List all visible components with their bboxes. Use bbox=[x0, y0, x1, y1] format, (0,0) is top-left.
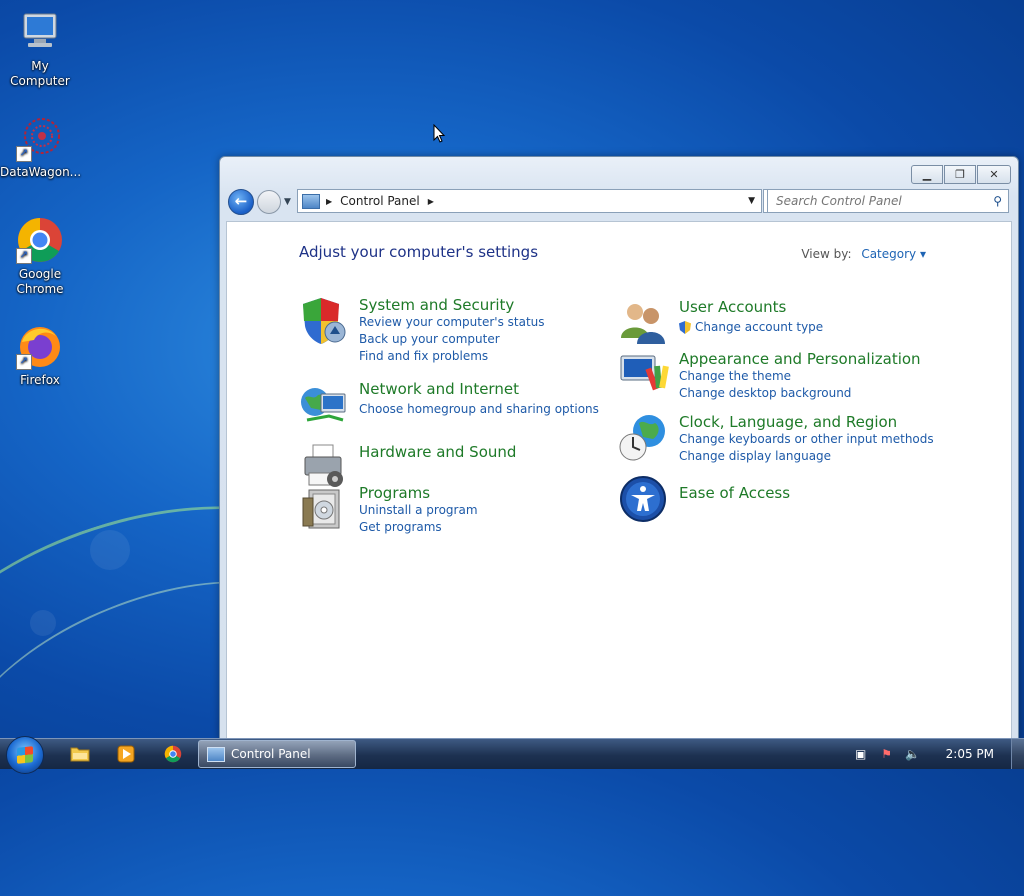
category-title[interactable]: Appearance and Personalization bbox=[679, 350, 921, 368]
windows-logo-icon bbox=[17, 746, 33, 764]
search-box[interactable]: ⚲ bbox=[767, 189, 1009, 213]
clock[interactable]: 2:05 PM bbox=[946, 747, 994, 761]
link-label: Change account type bbox=[695, 320, 824, 334]
ease-of-access-icon[interactable] bbox=[619, 475, 669, 525]
category-title[interactable]: Ease of Access bbox=[679, 484, 790, 502]
control-panel-content: Adjust your computer's settings View by:… bbox=[226, 221, 1012, 741]
link-uninstall[interactable]: Uninstall a program bbox=[359, 502, 478, 519]
category-title[interactable]: Network and Internet bbox=[359, 380, 599, 398]
folder-icon bbox=[70, 747, 90, 762]
link-review-status[interactable]: Review your computer's status bbox=[359, 314, 545, 331]
network-globe-icon[interactable] bbox=[299, 380, 349, 430]
link-get-programs[interactable]: Get programs bbox=[359, 519, 478, 536]
restore-icon: ❐ bbox=[955, 168, 965, 181]
clock-globe-icon[interactable] bbox=[619, 413, 669, 463]
category-title[interactable]: User Accounts bbox=[679, 298, 823, 316]
address-bar[interactable]: ▶ Control Panel ▶ ▼ bbox=[297, 189, 762, 213]
address-dropdown-icon[interactable]: ▼ bbox=[748, 196, 755, 206]
control-panel-window: ▁ ❐ ✕ ← ▼ ▶ Control Panel ▶ ▼ ⇆ ⚲ Adjust… bbox=[219, 156, 1019, 742]
search-input[interactable] bbox=[774, 193, 988, 209]
link-change-keyboards[interactable]: Change keyboards or other input methods bbox=[679, 431, 934, 448]
minimize-button[interactable]: ▁ bbox=[911, 165, 943, 184]
back-arrow-icon: ← bbox=[234, 192, 248, 210]
breadcrumb-separator-icon[interactable]: ▶ bbox=[428, 197, 434, 206]
media-player-icon bbox=[117, 745, 135, 763]
desktop-icon-chrome[interactable]: ↗ Google Chrome bbox=[0, 216, 80, 297]
firefox-icon: ↗ bbox=[16, 322, 64, 370]
taskbar-media-player[interactable] bbox=[108, 742, 144, 766]
taskbar-control-panel[interactable]: Control Panel bbox=[198, 740, 356, 768]
datawagon-icon: ↗ bbox=[16, 114, 64, 162]
wallpaper-bubble bbox=[90, 530, 130, 570]
shortcut-arrow-icon: ↗ bbox=[16, 354, 32, 370]
shield-icon[interactable] bbox=[299, 296, 349, 346]
taskbar-chrome[interactable] bbox=[155, 742, 191, 766]
link-change-theme[interactable]: Change the theme bbox=[679, 368, 921, 385]
link-homegroup[interactable]: Choose homegroup and sharing options bbox=[359, 401, 599, 418]
navigation-bar: ← ▼ ▶ Control Panel ▶ ▼ ⇆ ⚲ bbox=[228, 189, 1010, 215]
control-panel-icon bbox=[302, 193, 320, 209]
category-title[interactable]: Clock, Language, and Region bbox=[679, 413, 934, 431]
shortcut-arrow-icon: ↗ bbox=[16, 146, 32, 162]
breadcrumb-separator-icon[interactable]: ▶ bbox=[326, 197, 332, 206]
close-icon: ✕ bbox=[989, 168, 999, 181]
monitor-palette-icon[interactable] bbox=[619, 350, 669, 400]
link-find-fix[interactable]: Find and fix problems bbox=[359, 348, 545, 365]
system-tray: ▣ ⚑ 🔈 2:05 PM bbox=[848, 739, 1024, 769]
taskbar: Control Panel ▣ ⚑ 🔈 2:05 PM bbox=[0, 736, 1024, 774]
control-panel-icon bbox=[207, 746, 225, 762]
desktop-icon-label: Google Chrome bbox=[16, 267, 64, 296]
programs-icon[interactable] bbox=[299, 484, 349, 534]
link-back-up[interactable]: Back up your computer bbox=[359, 331, 545, 348]
close-button[interactable]: ✕ bbox=[977, 165, 1011, 184]
view-by: View by: Category bbox=[801, 247, 926, 261]
chrome-icon: ↗ bbox=[16, 216, 64, 264]
page-title: Adjust your computer's settings bbox=[299, 243, 539, 261]
breadcrumb-control-panel[interactable]: Control Panel bbox=[340, 194, 420, 208]
taskbar-explorer[interactable] bbox=[62, 742, 98, 766]
desktop-icon-label: My Computer bbox=[10, 59, 70, 88]
category-title[interactable]: System and Security bbox=[359, 296, 545, 314]
show-desktop-button[interactable] bbox=[1011, 739, 1024, 769]
desktop-icon-firefox[interactable]: ↗ Firefox bbox=[0, 322, 80, 388]
window-controls: ▁ ❐ ✕ bbox=[911, 165, 1011, 184]
desktop-icon-label: Firefox bbox=[20, 373, 60, 387]
start-button[interactable] bbox=[6, 736, 44, 774]
users-icon[interactable] bbox=[619, 298, 669, 348]
wallpaper-bubble bbox=[30, 610, 56, 636]
back-button[interactable]: ← bbox=[228, 189, 254, 215]
chrome-icon bbox=[164, 745, 182, 763]
minimize-icon: ▁ bbox=[922, 168, 932, 181]
desktop-icon-datawagon[interactable]: ↗ DataWagon... bbox=[0, 114, 82, 180]
desktop-icon-my-computer[interactable]: My Computer bbox=[0, 8, 80, 89]
link-change-account-type[interactable]: Change account type bbox=[679, 319, 823, 336]
forward-button[interactable] bbox=[257, 190, 281, 214]
volume-icon[interactable]: 🔈 bbox=[905, 746, 921, 762]
link-change-display-language[interactable]: Change display language bbox=[679, 448, 934, 465]
network-disconnected-icon[interactable]: ⚑ bbox=[879, 746, 895, 762]
recent-pages-dropdown[interactable]: ▼ bbox=[284, 197, 291, 207]
shortcut-arrow-icon: ↗ bbox=[16, 248, 32, 264]
category-title[interactable]: Hardware and Sound bbox=[359, 443, 516, 461]
uac-shield-icon bbox=[679, 321, 691, 334]
link-change-background[interactable]: Change desktop background bbox=[679, 385, 921, 402]
taskbar-app-label: Control Panel bbox=[231, 747, 311, 761]
action-center-icon[interactable]: ▣ bbox=[853, 746, 869, 762]
search-icon[interactable]: ⚲ bbox=[993, 194, 1002, 208]
category-title[interactable]: Programs bbox=[359, 484, 478, 502]
view-by-dropdown[interactable]: Category bbox=[861, 247, 926, 261]
desktop-icon-label: DataWagon... bbox=[0, 165, 82, 179]
computer-icon bbox=[16, 8, 64, 56]
restore-button[interactable]: ❐ bbox=[944, 165, 976, 184]
view-by-label: View by: bbox=[801, 247, 852, 261]
